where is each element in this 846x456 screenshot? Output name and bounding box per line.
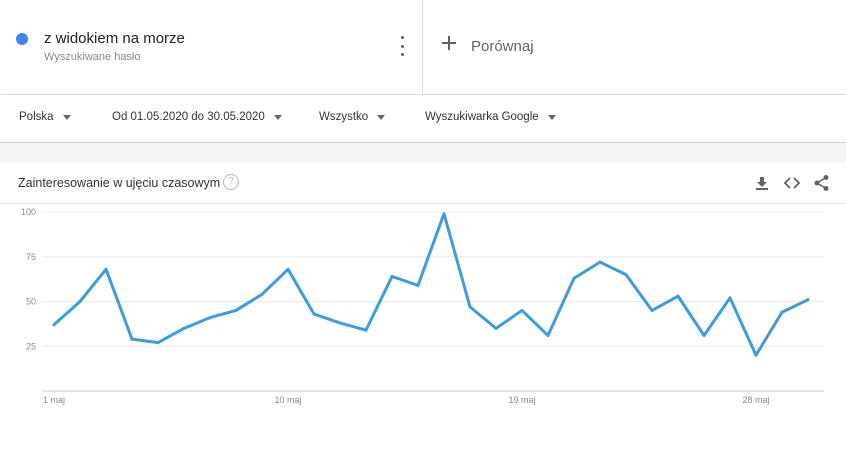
data-point [130,337,134,341]
interest-line-chart: 25 50 75 100 1 maj 10 maj 19 maj 28 maj [0,204,846,456]
y-tick-label: 50 [26,297,36,307]
data-point [650,308,654,312]
plus-icon [442,36,456,50]
category-label: Wszystko [319,111,369,123]
chart-svg: 25 50 75 100 1 maj 10 maj 19 maj 28 maj [21,207,824,405]
data-point [260,292,264,296]
data-point [52,323,56,327]
search-type-label: Wyszukiwarka Google [425,111,539,123]
data-point [312,312,316,316]
interest-over-time-card: Zainteresowanie w ujęciu czasowym ? 25 50… [0,162,846,456]
data-point [104,267,108,271]
data-point [390,274,394,278]
y-tick-label: 75 [26,252,36,262]
data-point [234,308,238,312]
series-line [52,212,810,357]
data-point [754,353,758,357]
data-point [494,326,498,330]
compare-label: Porównaj [471,38,534,55]
data-point [364,328,368,332]
data-point [780,310,784,314]
region-dropdown[interactable]: Polska [19,111,71,123]
data-point [806,298,810,302]
caret-down-icon [377,114,386,120]
data-point [286,267,290,271]
card-title: Zainteresowanie w ujęciu czasowym [18,176,221,190]
data-point [624,273,628,277]
search-terms-bar: z widokiem na morze Wyszukiwane hasło Po… [0,0,846,95]
date-range-label: Od 01.05.2020 do 30.05.2020 [112,111,265,123]
region-label: Polska [19,111,54,123]
data-point [572,276,576,280]
y-tick-label: 25 [26,341,36,351]
data-point [78,300,82,303]
term-color-dot [16,33,28,45]
term-subtitle: Wyszukiwane hasło [44,51,141,63]
card-header: Zainteresowanie w ujęciu czasowym ? [0,162,846,204]
x-tick-label: 28 maj [742,395,769,405]
data-point [416,283,420,287]
data-point [208,316,212,320]
caret-down-icon [62,114,71,120]
share-icon[interactable] [813,174,831,192]
x-tick-label: 19 maj [508,395,535,405]
caret-down-icon [547,114,556,120]
x-tick-label: 1 maj [43,395,65,405]
data-point [702,334,706,338]
category-dropdown[interactable]: Wszystko [319,111,386,123]
data-point [728,296,732,300]
x-tick-label: 10 maj [274,395,301,405]
term-name: z widokiem na morze [44,30,185,47]
compare-button[interactable]: Porównaj [423,0,846,94]
download-icon[interactable] [753,174,771,192]
y-tick-label: 100 [21,207,36,217]
search-type-dropdown[interactable]: Wyszukiwarka Google [425,111,556,123]
search-term-card[interactable]: z widokiem na morze Wyszukiwane hasło [0,0,423,95]
data-point [520,308,524,312]
embed-icon[interactable] [783,174,801,192]
data-point [338,321,342,325]
data-point [156,341,160,345]
data-point [442,212,446,216]
filter-bar: Polska Od 01.05.2020 do 30.05.2020 Wszys… [0,95,846,143]
date-range-dropdown[interactable]: Od 01.05.2020 do 30.05.2020 [112,111,282,123]
data-point [468,305,472,309]
help-icon[interactable]: ? [223,174,239,190]
data-point [676,294,680,298]
data-point [182,326,186,330]
caret-down-icon [273,114,282,120]
more-vert-icon[interactable] [394,36,410,56]
data-point [546,334,550,338]
section-gap [0,143,846,162]
data-point [598,260,602,264]
